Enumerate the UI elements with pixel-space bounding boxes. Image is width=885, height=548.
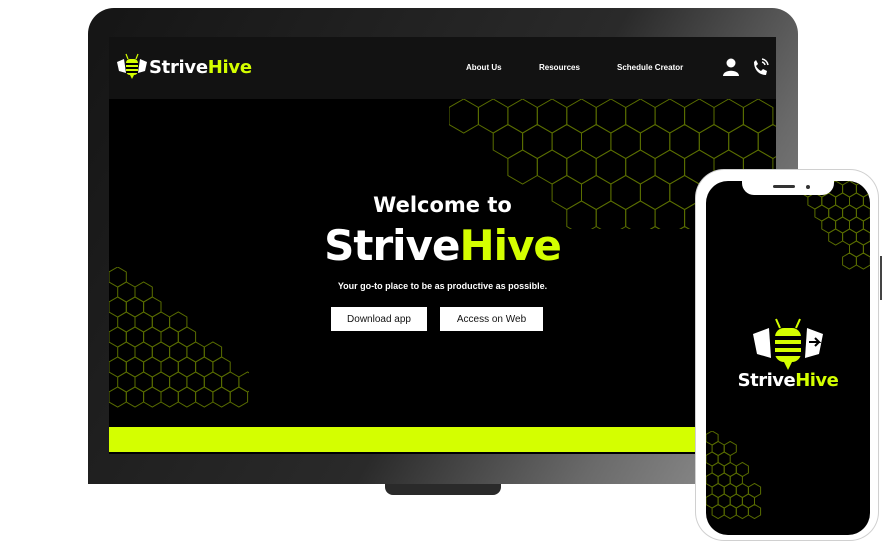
honeycomb-cell — [735, 503, 749, 520]
logo-text: StriveHive — [149, 56, 252, 78]
honeycomb-cell — [566, 149, 597, 185]
honeycomb-cell — [828, 228, 844, 246]
honeycomb-cell — [654, 149, 686, 185]
honeycomb-cell — [610, 123, 641, 160]
laptop-screen: StriveHive About Us Resources Schedule C… — [109, 37, 776, 454]
honeycomb-cell — [551, 123, 582, 160]
hero-welcome-heading: Welcome to — [373, 193, 512, 217]
honeycomb-cell — [855, 252, 870, 270]
honeycomb-pattern-bottom — [109, 267, 249, 408]
honeycomb-cell — [669, 123, 700, 160]
honeycomb-cell — [522, 123, 553, 160]
honeycomb-cell — [177, 386, 197, 408]
user-icon[interactable] — [721, 57, 741, 77]
phone-call-icon[interactable] — [749, 56, 771, 78]
phone-honeycomb-bottom — [706, 431, 762, 520]
honeycomb-cell — [195, 386, 214, 408]
honeycomb-cell — [507, 99, 538, 134]
honeycomb-cell — [625, 99, 656, 134]
honeycomb-cell — [125, 386, 145, 408]
honeycomb-cell — [742, 99, 774, 134]
nav-about-us[interactable]: About Us — [466, 63, 502, 72]
phone-notch — [742, 181, 834, 195]
bee-logo-icon — [117, 53, 147, 79]
honeycomb-cell — [229, 386, 249, 408]
download-app-button[interactable]: Download app — [331, 307, 427, 331]
phone-honeycomb-top — [801, 181, 870, 270]
phone-speaker — [773, 185, 795, 188]
honeycomb-cell — [711, 503, 725, 520]
honeycomb-cell — [536, 149, 568, 185]
laptop-stand — [385, 484, 501, 495]
bee-logo-icon — [753, 318, 823, 370]
nav-schedule-creator[interactable]: Schedule Creator — [617, 63, 683, 72]
honeycomb-cell — [238, 371, 249, 393]
honeycomb-cell — [747, 503, 762, 520]
top-navbar: StriveHive About Us Resources Schedule C… — [109, 37, 776, 99]
honeycomb-cell — [581, 123, 612, 160]
honeycomb-cell — [595, 149, 627, 185]
phone-brand-text: StriveHive — [737, 370, 839, 391]
honeycomb-cell — [109, 386, 127, 408]
phone-camera — [806, 185, 810, 189]
honeycomb-cell — [536, 99, 568, 134]
honeycomb-cell — [477, 99, 509, 134]
honeycomb-cell — [713, 99, 744, 134]
hero-brand-heading: StriveHive — [324, 221, 562, 270]
honeycomb-cell — [160, 386, 179, 408]
honeycomb-cell — [654, 99, 686, 134]
hero-tagline: Your go-to place to be as productive as … — [337, 281, 548, 291]
accent-band — [109, 427, 776, 452]
honeycomb-cell — [728, 123, 759, 160]
honeycomb-cell — [507, 149, 538, 185]
honeycomb-cell — [698, 123, 730, 160]
honeycomb-cell — [449, 99, 479, 134]
honeycomb-cell — [723, 503, 737, 520]
honeycomb-cell — [143, 386, 162, 408]
phone-side-button — [880, 256, 882, 300]
brand-logo[interactable]: StriveHive — [115, 53, 252, 81]
honeycomb-cell — [595, 99, 627, 134]
honeycomb-cell — [757, 123, 776, 160]
honeycomb-cell — [842, 252, 857, 270]
honeycomb-cell — [566, 99, 597, 134]
honeycomb-cell — [625, 149, 656, 185]
honeycomb-cell — [684, 99, 715, 134]
honeycomb-cell — [639, 123, 671, 160]
access-on-web-button[interactable]: Access on Web — [440, 307, 543, 331]
honeycomb-cell — [492, 123, 524, 160]
honeycomb-cell — [212, 386, 231, 408]
nav-resources[interactable]: Resources — [539, 63, 580, 72]
